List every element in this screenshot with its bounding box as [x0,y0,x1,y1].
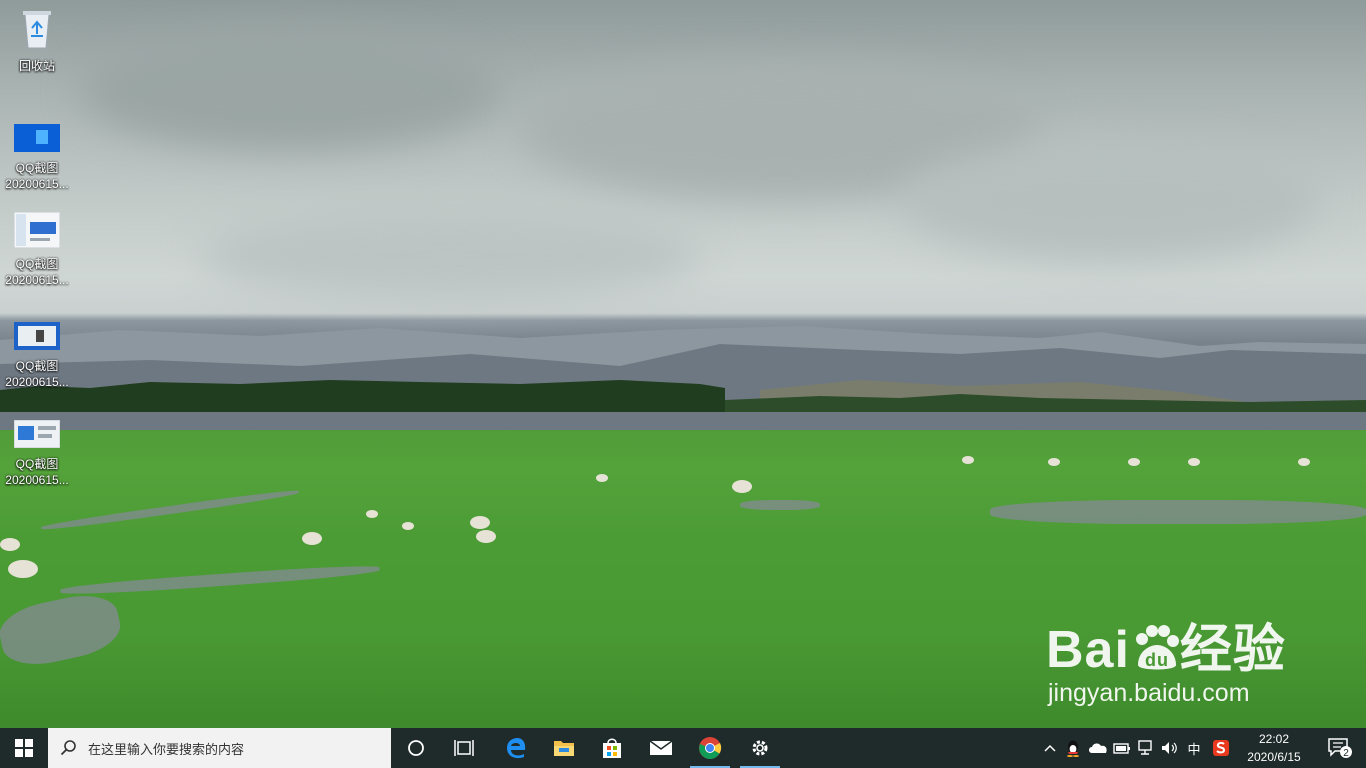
cloud [200,210,700,300]
start-button[interactable] [0,728,48,768]
sheep [1048,458,1060,466]
store-button[interactable] [588,728,636,768]
sheep [0,538,20,551]
desktop-icon-qq-screenshot-4[interactable]: QQ截图 20200615... [0,419,74,488]
edge-taskbar-button[interactable] [492,728,540,768]
sheep [1298,458,1310,466]
desktop-icon-label-line1: QQ截图 [15,457,59,471]
desktop-icon-label-line1: QQ截图 [15,161,59,175]
search-placeholder: 在这里输入你要搜索的内容 [88,741,245,757]
water-channel [59,562,381,598]
sheep [596,474,608,482]
file-explorer-button[interactable] [540,728,588,768]
sheep [302,532,322,545]
water-channel [40,487,300,533]
clock-time: 22:02 [1258,732,1290,746]
sheep [470,516,490,529]
image-file-icon [13,419,61,449]
taskbar-clock[interactable]: 22:02 2020/6/15 [1236,730,1312,766]
sheep [476,530,496,543]
desktop-icon-label-line1: QQ截图 [15,359,59,373]
chevron-up-icon [1044,744,1056,752]
desktop-icon-qq-screenshot-3[interactable]: QQ截图 20200615... [0,322,74,390]
speaker-icon [1162,742,1177,754]
task-view-button[interactable] [440,728,488,768]
notification-icon: 2 [1328,738,1352,759]
recycle-bin-icon [23,11,51,49]
settings-icon [752,740,768,756]
notification-count: 2 [1343,748,1349,759]
taskbar-search-box[interactable]: 在这里输入你要搜索的内容 [48,728,391,768]
image-file-icon [13,211,61,249]
qq-penguin-icon [1067,740,1079,757]
cortana-icon [408,740,424,756]
clock-date: 2020/6/15 [1247,750,1301,764]
windows-logo-icon [15,739,33,757]
store-icon [603,738,621,758]
water-pond [990,500,1366,524]
desktop-icon-label: 回收站 [18,59,55,73]
search-icon [60,740,76,756]
baidu-paw-icon: du [1135,625,1179,670]
taskbar: 在这里输入你要搜索的内容 中 22:02 2020/6/15 2 [0,728,1366,768]
desktop-icon-recycle-bin[interactable]: 回收站 [0,8,74,74]
desktop-icon-qq-screenshot-2[interactable]: QQ截图 20200615... [0,211,74,288]
battery-tray-button[interactable] [1110,728,1134,768]
sheep [962,456,974,464]
sheep [1188,458,1200,466]
qq-tray-button[interactable] [1062,728,1084,768]
watermark-brand: Bai du 经验 [1046,621,1286,679]
cortana-button[interactable] [392,728,440,768]
ime-indicator[interactable]: 中 [1182,728,1206,768]
image-file-icon [14,322,60,350]
desktop-icon-label-line2: 20200615... [5,177,69,191]
onedrive-tray-button[interactable] [1086,728,1110,768]
water-channel [0,588,125,672]
cloud-icon [1089,743,1107,753]
desktop-icon-label-line2: 20200615... [5,473,69,487]
volume-tray-button[interactable] [1158,728,1182,768]
image-file-icon [14,124,60,152]
sheep [1128,458,1140,466]
cloud [900,140,1320,260]
desktop-icon-label-line1: QQ截图 [15,257,59,271]
treeline [0,380,1366,412]
sheep [8,560,38,578]
task-view-icon [454,740,474,756]
show-hidden-icons-button[interactable] [1040,728,1060,768]
cloud [80,30,500,150]
sogou-icon [1213,740,1229,756]
sheep [732,480,752,493]
desktop-icon-qq-screenshot-1[interactable]: QQ截图 20200615... [0,124,74,192]
device-icon [1113,743,1130,754]
water-channel [740,500,820,510]
watermark-url: jingyan.baidu.com [1048,679,1250,707]
desktop-icon-label-line2: 20200615... [5,375,69,389]
network-tray-button[interactable] [1134,728,1158,768]
network-icon [1138,740,1152,755]
file-explorer-icon [554,741,574,756]
sheep [366,510,378,518]
baidu-jingyan-watermark: Bai du 经验 jingyan.baidu.com [1046,622,1286,708]
sogou-ime-button[interactable] [1208,728,1234,768]
desktop-wallpaper: 回收站 QQ截图 20200615... QQ截图 20200615... QQ… [0,0,1366,728]
action-center-button[interactable]: 2 [1316,728,1364,768]
settings-taskbar-button[interactable] [736,728,784,768]
sheep [402,522,414,530]
mail-button[interactable] [637,728,685,768]
svg-text:du: du [1145,650,1169,670]
edge-icon [507,738,526,759]
mail-icon [649,740,673,755]
chrome-icon [699,737,722,759]
chrome-taskbar-button[interactable] [686,728,734,768]
desktop-icon-label-line2: 20200615... [5,273,69,287]
